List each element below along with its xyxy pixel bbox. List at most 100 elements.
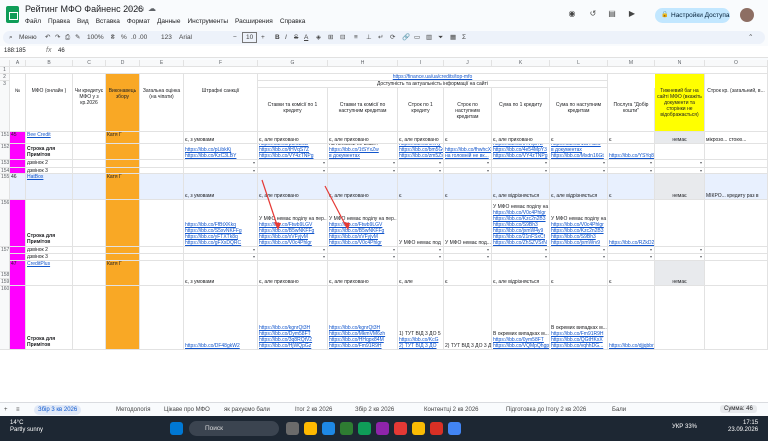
menu-search[interactable]: Меню xyxy=(19,32,37,43)
row-header[interactable]: 156 xyxy=(0,200,10,247)
filter-icon[interactable]: ⏷ xyxy=(438,32,443,43)
dropdown-icon[interactable]: ▾ xyxy=(393,247,395,253)
column-header[interactable]: F xyxy=(184,60,258,67)
dropdown-icon[interactable]: ▾ xyxy=(650,247,652,253)
note-cell[interactable]: https://ibb.co/YSYq8QWC xyxy=(608,144,655,160)
app-icon-5[interactable] xyxy=(448,422,461,435)
print-icon[interactable]: ⎙ xyxy=(65,32,70,43)
note-cell[interactable]: 2) ТУТ ВІД 3 ДО 3 ДО 3 перехід на додатк… xyxy=(444,286,492,350)
cell[interactable]: ▾ xyxy=(328,254,398,261)
cell[interactable] xyxy=(705,160,768,168)
note-cell[interactable]: https://ibb.co/kgnrQt3H https://ibb.co/Mk… xyxy=(328,286,398,350)
sheet-tab[interactable]: Бали xyxy=(612,405,626,415)
value-cell[interactable]: є, але відрізняється xyxy=(492,174,550,200)
header-link[interactable]: https://finance.ua/ua/credits/top-mfo xyxy=(258,74,608,81)
evidence-link[interactable]: https://ibb.co/KzC3LBY xyxy=(185,153,256,159)
collapse-toolbar-icon[interactable]: ⌃ xyxy=(748,32,753,43)
cell[interactable] xyxy=(140,144,184,160)
cell[interactable]: ▾ xyxy=(258,254,328,261)
cell[interactable] xyxy=(73,254,106,261)
mfo-name-link[interactable]: Bee Credit xyxy=(26,132,73,144)
collector-cell[interactable]: Катя Г xyxy=(106,132,140,144)
sum-indicator[interactable]: Сумма: 46 xyxy=(720,405,757,413)
evidence-link[interactable]: https://ibb.co/HjWQpGz xyxy=(259,343,326,349)
taskbar-search[interactable]: Поиск xyxy=(189,421,279,436)
value-cell[interactable]: є, але приховано xyxy=(258,174,328,200)
dropdown-icon[interactable]: ▾ xyxy=(700,160,702,166)
cell[interactable]: ▾ xyxy=(398,160,444,168)
sheet-tab[interactable]: Збір 2 кв 2026 xyxy=(355,405,394,415)
cell[interactable] xyxy=(73,200,106,247)
cell[interactable]: ▾ xyxy=(184,247,258,254)
row-header[interactable]: 157 xyxy=(0,247,10,272)
start-icon[interactable] xyxy=(170,422,183,435)
note-cell[interactable]: на головній не вказ... https://ibb.co/1tS… xyxy=(328,144,398,160)
link-icon[interactable]: 🔗 xyxy=(402,32,410,43)
percent-button[interactable]: % xyxy=(121,32,127,43)
cell[interactable]: ▾ xyxy=(492,247,550,254)
sheet-tab[interactable]: Методологія xyxy=(116,405,150,415)
value-cell[interactable]: є, але відрізняється xyxy=(492,261,550,286)
sheet-tab[interactable]: Контентці 2 кв 2026 xyxy=(424,405,479,415)
cell[interactable] xyxy=(655,200,705,247)
redo-icon[interactable]: ↷ xyxy=(55,32,60,43)
dropdown-icon[interactable]: ▾ xyxy=(439,247,441,253)
sheet-tab[interactable]: Підготовка до Ітогу 2 кв 2026 xyxy=(506,405,586,415)
cell[interactable] xyxy=(140,160,184,168)
dropdown-icon[interactable]: ▾ xyxy=(253,247,255,253)
cell[interactable] xyxy=(73,286,106,350)
app-icon-4[interactable] xyxy=(430,422,443,435)
cell[interactable] xyxy=(140,200,184,247)
general-cell[interactable] xyxy=(140,174,184,200)
evidence-link[interactable]: https://ibb.co/gFXxDQRC xyxy=(185,240,256,246)
evidence-link[interactable]: https://ibb.co/VQMpQhgp xyxy=(493,343,549,349)
dropdown-icon[interactable]: ▾ xyxy=(545,254,547,260)
dropdown-icon[interactable]: ▾ xyxy=(700,247,702,253)
evidence-link[interactable]: https://ibb.co/DF48gkW2 xyxy=(185,343,256,349)
tray[interactable]: УКР 33% xyxy=(672,424,697,430)
value-cell[interactable]: є xyxy=(444,261,492,286)
note-cell[interactable]: У МФО немає поділу на пер... -ставка 0.5… xyxy=(258,200,328,247)
cell[interactable]: ▾ xyxy=(550,247,608,254)
menu-item[interactable]: Инструменты xyxy=(187,18,228,25)
cell[interactable] xyxy=(705,286,768,350)
column-header[interactable]: I xyxy=(398,60,444,67)
evidence-link[interactable]: https://ibb.co/zm5Zs xyxy=(399,153,443,159)
cell[interactable]: ▾ xyxy=(444,160,492,168)
row-header[interactable]: 160 xyxy=(0,286,10,350)
evidence-link[interactable]: в документах xyxy=(329,153,396,159)
search-icon[interactable]: ⌕ xyxy=(9,32,13,43)
task-view-icon[interactable] xyxy=(286,422,299,435)
row-number-cell[interactable]: 46 xyxy=(10,174,26,200)
note-cell[interactable]: У МФО немає поділу на пер...https://ibb.… xyxy=(492,200,550,247)
sheet-tab[interactable]: Ітог 2 кв 2026 xyxy=(295,405,332,415)
edge-icon[interactable] xyxy=(322,422,335,435)
currency-button[interactable]: ₴ xyxy=(111,32,115,43)
paint-format-icon[interactable]: ✎ xyxy=(75,32,80,43)
valign-icon[interactable]: ⊥ xyxy=(366,32,372,43)
evidence-link[interactable]: https://ibb.co/YSYq8QWC xyxy=(609,153,654,159)
value-cell[interactable]: є xyxy=(608,174,655,200)
value-cell[interactable]: є, але приховано xyxy=(328,261,398,286)
dropdown-icon[interactable]: ▾ xyxy=(545,160,547,166)
value-cell[interactable]: є xyxy=(608,132,655,144)
name-box[interactable]: 188:185 xyxy=(4,48,26,54)
column-header[interactable]: M xyxy=(608,60,655,67)
value-cell[interactable]: МІКРО... кредиту раз в 1... в кредит щ..… xyxy=(705,174,768,200)
explorer-icon[interactable] xyxy=(304,422,317,435)
note-cell[interactable]: У МФО немає поділу на пер... -ставка 0.5… xyxy=(328,200,398,247)
note-cell[interactable]: У МФО немає под xyxy=(398,200,444,247)
collector-cell[interactable] xyxy=(106,247,140,254)
cell[interactable] xyxy=(73,144,106,160)
fill-color-icon[interactable]: ◈ xyxy=(316,32,321,43)
dropdown-icon[interactable]: ▾ xyxy=(487,254,489,260)
dropdown-icon[interactable]: ▾ xyxy=(323,254,325,260)
cell[interactable]: ▾ xyxy=(655,247,705,254)
app-icon-2[interactable] xyxy=(376,422,389,435)
row-header[interactable]: 3 xyxy=(0,81,10,132)
font-size-input[interactable]: 10 xyxy=(242,32,258,43)
number-format-button[interactable]: 123 xyxy=(161,32,172,43)
zoom-select[interactable]: 100% xyxy=(87,32,104,43)
note-cell[interactable]: У МФО немає под... xyxy=(444,200,492,247)
value-cell[interactable]: є xyxy=(444,174,492,200)
